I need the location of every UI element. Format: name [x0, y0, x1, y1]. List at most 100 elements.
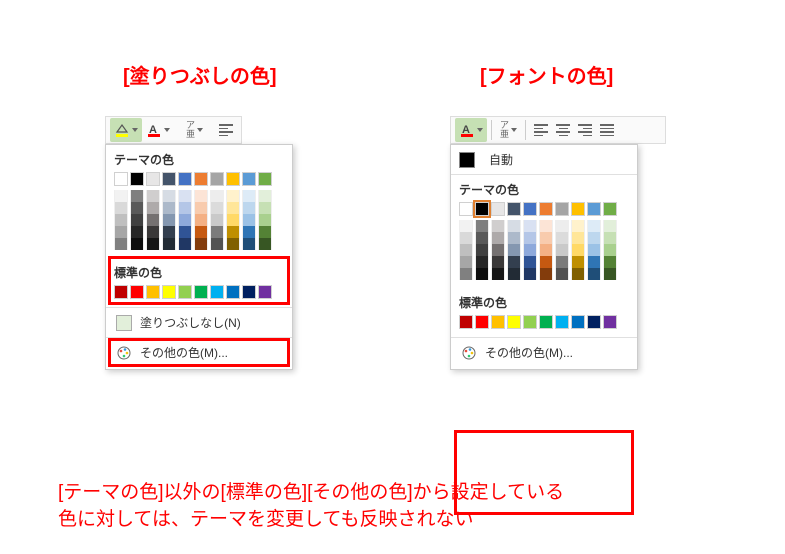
color-swatch[interactable]	[210, 172, 224, 186]
color-swatch[interactable]	[242, 226, 256, 238]
color-swatch[interactable]	[130, 285, 144, 299]
color-swatch[interactable]	[210, 214, 224, 226]
ruby-button-left[interactable]: ア亜	[182, 118, 207, 142]
color-swatch[interactable]	[539, 202, 553, 216]
color-swatch[interactable]	[539, 256, 553, 268]
color-swatch[interactable]	[146, 285, 160, 299]
color-swatch[interactable]	[242, 285, 256, 299]
color-swatch[interactable]	[459, 244, 473, 256]
color-swatch[interactable]	[210, 226, 224, 238]
color-swatch[interactable]	[587, 220, 601, 232]
color-swatch[interactable]	[491, 315, 505, 329]
color-swatch[interactable]	[258, 190, 272, 202]
color-swatch[interactable]	[258, 226, 272, 238]
color-swatch[interactable]	[475, 256, 489, 268]
color-swatch[interactable]	[130, 214, 144, 226]
color-swatch[interactable]	[114, 226, 128, 238]
no-fill-menu-item[interactable]: 塗りつぶしなし(N)	[106, 308, 292, 337]
color-swatch[interactable]	[258, 238, 272, 250]
font-color-button-left[interactable]: A	[142, 118, 174, 142]
color-swatch[interactable]	[491, 232, 505, 244]
color-swatch[interactable]	[539, 244, 553, 256]
color-swatch[interactable]	[507, 220, 521, 232]
color-swatch[interactable]	[130, 190, 144, 202]
color-swatch[interactable]	[130, 172, 144, 186]
color-swatch[interactable]	[539, 232, 553, 244]
color-swatch[interactable]	[587, 268, 601, 280]
color-swatch[interactable]	[146, 226, 160, 238]
fill-color-button[interactable]	[110, 118, 142, 142]
color-swatch[interactable]	[475, 315, 489, 329]
color-swatch[interactable]	[555, 220, 569, 232]
color-swatch[interactable]	[258, 214, 272, 226]
color-swatch[interactable]	[162, 214, 176, 226]
color-swatch[interactable]	[507, 315, 521, 329]
color-swatch[interactable]	[539, 220, 553, 232]
color-swatch[interactable]	[146, 214, 160, 226]
color-swatch[interactable]	[571, 232, 585, 244]
color-swatch[interactable]	[459, 220, 473, 232]
color-swatch[interactable]	[226, 238, 240, 250]
align-justify-button[interactable]	[596, 118, 618, 142]
color-swatch[interactable]	[539, 268, 553, 280]
color-swatch[interactable]	[475, 220, 489, 232]
color-swatch[interactable]	[114, 202, 128, 214]
color-swatch[interactable]	[226, 285, 240, 299]
color-swatch[interactable]	[114, 238, 128, 250]
color-swatch[interactable]	[491, 268, 505, 280]
color-swatch[interactable]	[523, 220, 537, 232]
color-swatch[interactable]	[226, 226, 240, 238]
color-swatch[interactable]	[130, 202, 144, 214]
color-swatch[interactable]	[162, 202, 176, 214]
color-swatch[interactable]	[210, 285, 224, 299]
color-swatch[interactable]	[242, 238, 256, 250]
color-swatch[interactable]	[258, 285, 272, 299]
color-swatch[interactable]	[555, 256, 569, 268]
color-swatch[interactable]	[242, 214, 256, 226]
color-swatch[interactable]	[571, 315, 585, 329]
align-left-button[interactable]	[530, 118, 552, 142]
color-swatch[interactable]	[226, 202, 240, 214]
color-swatch[interactable]	[523, 244, 537, 256]
color-swatch[interactable]	[210, 238, 224, 250]
color-swatch[interactable]	[459, 256, 473, 268]
ruby-button-right[interactable]: ア亜	[496, 118, 521, 142]
align-center-button[interactable]	[552, 118, 574, 142]
color-swatch[interactable]	[475, 232, 489, 244]
color-swatch[interactable]	[178, 190, 192, 202]
color-swatch[interactable]	[603, 202, 617, 216]
color-swatch[interactable]	[194, 190, 208, 202]
color-swatch[interactable]	[523, 268, 537, 280]
color-swatch[interactable]	[555, 268, 569, 280]
color-swatch[interactable]	[587, 315, 601, 329]
color-swatch[interactable]	[459, 268, 473, 280]
color-swatch[interactable]	[130, 226, 144, 238]
color-swatch[interactable]	[491, 244, 505, 256]
color-swatch[interactable]	[226, 190, 240, 202]
color-swatch[interactable]	[507, 256, 521, 268]
color-swatch[interactable]	[178, 238, 192, 250]
color-swatch[interactable]	[146, 190, 160, 202]
color-swatch[interactable]	[475, 268, 489, 280]
color-swatch[interactable]	[242, 202, 256, 214]
color-swatch[interactable]	[162, 285, 176, 299]
color-swatch[interactable]	[571, 220, 585, 232]
color-swatch[interactable]	[603, 256, 617, 268]
color-swatch[interactable]	[523, 256, 537, 268]
font-color-button-right[interactable]: A	[455, 118, 487, 142]
color-swatch[interactable]	[555, 232, 569, 244]
color-swatch[interactable]	[114, 214, 128, 226]
align-right-button[interactable]	[574, 118, 596, 142]
color-swatch[interactable]	[571, 268, 585, 280]
color-swatch[interactable]	[603, 268, 617, 280]
color-swatch[interactable]	[571, 256, 585, 268]
color-swatch[interactable]	[571, 244, 585, 256]
color-swatch[interactable]	[603, 220, 617, 232]
color-swatch[interactable]	[178, 202, 192, 214]
color-swatch[interactable]	[507, 268, 521, 280]
color-swatch[interactable]	[114, 285, 128, 299]
color-swatch[interactable]	[114, 172, 128, 186]
color-swatch[interactable]	[603, 315, 617, 329]
color-swatch[interactable]	[555, 315, 569, 329]
auto-color-menu-item[interactable]: 自動	[451, 145, 637, 174]
